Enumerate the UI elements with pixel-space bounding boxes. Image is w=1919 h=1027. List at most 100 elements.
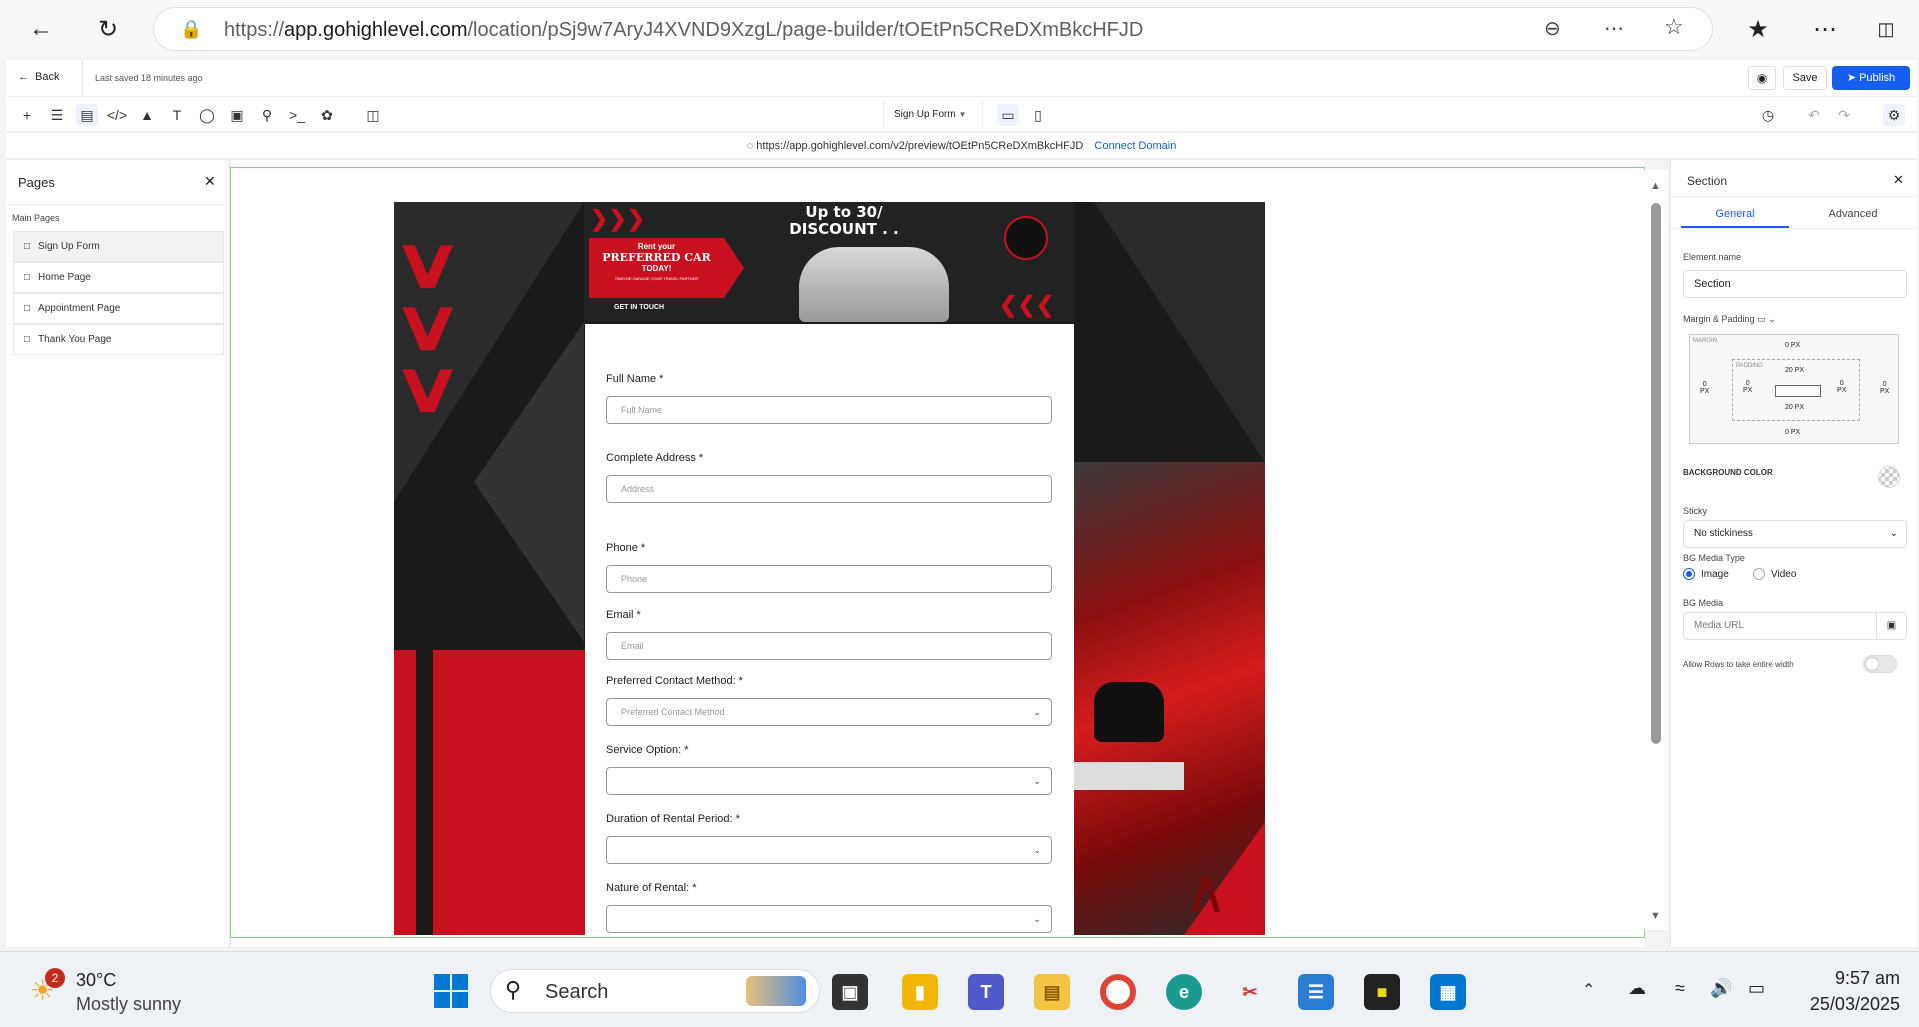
power-bi-icon[interactable]: ▮ (902, 974, 938, 1010)
taskbar-search[interactable]: ⚲ Search (490, 969, 820, 1013)
store-icon[interactable]: ▦ (1430, 974, 1466, 1010)
margin-left-value[interactable]: 0 PX (1700, 381, 1709, 395)
brand-logo (1004, 216, 1048, 260)
allow-rows-label: Allow Rows to take entire width (1683, 660, 1794, 669)
clock-date[interactable]: 25/03/2025 (1770, 994, 1900, 1015)
save-button[interactable]: Save (1783, 66, 1827, 90)
shapes-icon[interactable]: ◯ (196, 104, 218, 126)
page-item-thank-you-page[interactable]: □ Thank You Page (13, 324, 224, 355)
columns-icon[interactable]: ◫ (362, 104, 384, 126)
publish-button[interactable]: ➤ Publish (1832, 66, 1910, 90)
settings-sliders-icon[interactable]: ⚙ (1883, 104, 1905, 126)
padding-right-value[interactable]: 0 PX (1837, 380, 1846, 394)
margin-top-value[interactable]: 0 PX (1785, 342, 1800, 349)
zoom-out-icon[interactable]: ⊖ (1544, 16, 1561, 41)
task-view-icon[interactable]: ▣ (832, 974, 868, 1010)
back-arrow-icon[interactable]: ← (21, 9, 61, 49)
margin-bottom-value[interactable]: 0 PX (1785, 429, 1800, 436)
scroll-down-icon[interactable]: ▼ (1650, 910, 1661, 922)
edge-icon[interactable]: e (1166, 974, 1202, 1010)
snipping-tool-icon[interactable]: ✂ (1232, 974, 1268, 1010)
sticky-select[interactable]: No stickiness ⌄ (1683, 520, 1907, 548)
desktop-icon[interactable]: ▭ (1757, 314, 1766, 324)
sidebar-toggle-icon[interactable]: ◫ (1866, 9, 1906, 49)
scrollbar-thumb[interactable] (1651, 203, 1661, 744)
page-item-sign-up-form[interactable]: □ Sign Up Form (13, 231, 224, 262)
tab-advanced[interactable]: Advanced (1799, 204, 1907, 228)
menu-dots-icon[interactable]: ⋯ (1805, 9, 1845, 49)
service-option-select[interactable]: ⌄ (606, 767, 1052, 795)
license-plate (1074, 762, 1184, 790)
chrome-icon[interactable] (1100, 974, 1136, 1010)
page-item-home-page[interactable]: □ Home Page (13, 262, 224, 293)
address-input[interactable]: Address (606, 475, 1052, 503)
code-icon[interactable]: </> (106, 104, 128, 126)
volume-icon[interactable]: 🔊 (1710, 978, 1732, 999)
address-bar[interactable]: 🔒 https://app.gohighlevel.com/location/p… (153, 7, 1713, 51)
scroll-up-icon[interactable]: ▲ (1650, 180, 1661, 192)
van-image (799, 247, 949, 322)
canvas-scrollbar[interactable]: ▲ ▼ (1644, 170, 1668, 930)
add-icon[interactable]: + (16, 104, 38, 126)
weather-desc[interactable]: Mostly sunny (76, 994, 181, 1015)
chevron-up-icon[interactable]: ⌃ (1582, 980, 1595, 1000)
search-page-icon[interactable]: ⚲ (256, 104, 278, 126)
page-selector[interactable]: Sign Up Form ▼ (883, 100, 983, 130)
favorite-star-icon[interactable]: ☆ (1664, 14, 1684, 40)
rental-duration-select[interactable]: ⌄ (606, 836, 1052, 864)
radio-video[interactable]: Video (1753, 568, 1796, 580)
close-icon[interactable]: ✕ (204, 173, 216, 190)
phone-input[interactable]: Phone (606, 565, 1052, 593)
element-name-input[interactable]: Section (1683, 270, 1907, 298)
sticky-notes-icon[interactable]: ■ (1364, 974, 1400, 1010)
preview-eye-button[interactable]: ◉ (1748, 66, 1776, 90)
palette-icon[interactable]: ✿ (316, 104, 338, 126)
padding-bottom-value[interactable]: 20 PX (1785, 404, 1804, 411)
redo-icon[interactable]: ↷ (1833, 104, 1855, 126)
service-option-label: Service Option: * (606, 744, 689, 756)
desktop-view-icon[interactable]: ▭ (997, 104, 1019, 126)
page-item-appointment-page[interactable]: □ Appointment Page (13, 293, 224, 324)
mobile-view-icon[interactable]: ▯ (1027, 104, 1049, 126)
radio-image[interactable]: Image (1683, 568, 1729, 580)
media-url-input[interactable]: Media URL ▣ (1683, 612, 1907, 640)
padding-left-value[interactable]: 0 PX (1743, 380, 1752, 394)
rental-nature-select[interactable]: ⌄ (606, 905, 1052, 933)
connect-domain-link[interactable]: Connect Domain (1094, 140, 1176, 152)
battery-icon[interactable]: ▭ (1748, 978, 1765, 999)
image-picker-icon[interactable]: ▣ (1876, 613, 1906, 639)
pages-icon[interactable]: ▤ (76, 104, 98, 126)
back-button[interactable]: ← Back (18, 71, 59, 83)
favorites-icon[interactable]: ★ (1738, 9, 1778, 49)
margin-padding-label: Margin & Padding ▭ ⌄ (1683, 314, 1776, 324)
windows-start-icon[interactable] (434, 974, 468, 1008)
bg-color-swatch[interactable] (1878, 466, 1900, 488)
undo-icon[interactable]: ↶ (1803, 104, 1825, 126)
terminal-icon[interactable]: >_ (286, 104, 308, 126)
margin-right-value[interactable]: 0 PX (1880, 381, 1889, 395)
paint-icon[interactable]: ▲ (136, 104, 158, 126)
tab-general[interactable]: General (1681, 204, 1789, 228)
file-explorer-icon[interactable]: ▤ (1034, 974, 1070, 1010)
layout-icon[interactable]: ▣ (226, 104, 248, 126)
text-icon[interactable]: T (166, 104, 188, 126)
preview-url[interactable]: https://app.gohighlevel.com/v2/preview/t… (756, 140, 1083, 152)
history-icon[interactable]: ◷ (1757, 104, 1779, 126)
contact-method-select[interactable]: Preferred Contact Method ⌄ (606, 698, 1052, 726)
notepad-icon[interactable]: ☰ (1298, 974, 1334, 1010)
layers-icon[interactable]: ☰ (46, 104, 68, 126)
padding-top-value[interactable]: 20 PX (1785, 367, 1804, 374)
lock-icon: 🔒 (180, 19, 203, 39)
clock-time[interactable]: 9:57 am (1800, 968, 1900, 989)
red-block (433, 650, 585, 935)
weather-temp[interactable]: 30°C (76, 970, 116, 991)
more-tools-icon[interactable]: ⋯ (1604, 16, 1624, 41)
refresh-icon[interactable]: ↻ (88, 9, 128, 49)
teams-icon[interactable]: T (968, 974, 1004, 1010)
close-icon[interactable]: ✕ (1893, 172, 1904, 188)
allow-rows-toggle[interactable] (1863, 655, 1897, 673)
onedrive-icon[interactable]: ☁ (1628, 978, 1646, 999)
wifi-icon[interactable]: ≈ (1675, 978, 1685, 999)
full-name-input[interactable]: Full Name (606, 396, 1052, 424)
email-input[interactable]: Email (606, 632, 1052, 660)
